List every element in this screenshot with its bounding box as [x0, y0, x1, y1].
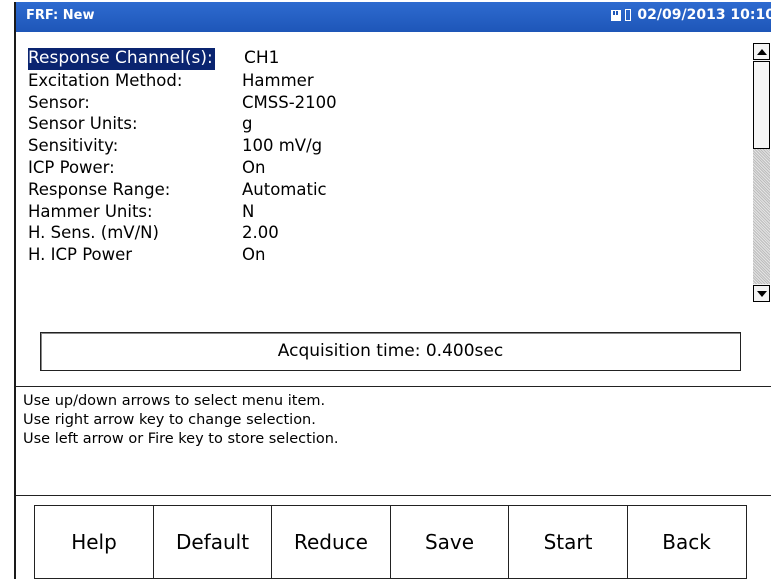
- window-title: FRF: New: [26, 8, 95, 23]
- setting-label: H. ICP Power: [28, 245, 133, 265]
- status-area: 02/09/2013 10:10: [611, 7, 771, 23]
- setting-label: ICP Power:: [28, 157, 115, 177]
- setting-row-response-range[interactable]: Response Range: Automatic: [28, 179, 748, 201]
- setting-row-sensor-units[interactable]: Sensor Units: g: [28, 113, 748, 135]
- setting-row-hammer-icp-power[interactable]: H. ICP Power On: [28, 244, 748, 266]
- acquisition-time-text: Acquisition time: 0.400sec: [277, 341, 504, 361]
- setting-row-hammer-sensitivity[interactable]: H. Sens. (mV/N) 2.00: [28, 222, 748, 244]
- scroll-thumb[interactable]: [753, 61, 770, 149]
- help-line: Use left arrow or Fire key to store sele…: [23, 431, 339, 447]
- setting-value[interactable]: N: [242, 201, 254, 223]
- sd-card-icon: [611, 9, 622, 21]
- frf-window: FRF: New 02/09/2013 10:10 Response Chann…: [14, 2, 771, 579]
- setting-label: Sensitivity:: [28, 136, 119, 156]
- start-button[interactable]: Start: [508, 505, 628, 579]
- setting-value[interactable]: 2.00: [242, 222, 279, 244]
- help-button[interactable]: Help: [34, 505, 154, 579]
- setting-label: Response Channel(s):: [28, 48, 215, 70]
- setting-value[interactable]: 100 mV/g: [242, 135, 322, 157]
- softkey-bar: Help Default Reduce Save Start Back: [34, 505, 747, 579]
- setting-value[interactable]: Automatic: [242, 179, 327, 201]
- datetime: 02/09/2013 10:10: [637, 7, 771, 23]
- setting-label: Hammer Units:: [28, 201, 153, 221]
- scroll-track[interactable]: [753, 149, 770, 284]
- settings-scrollbar[interactable]: [753, 43, 770, 302]
- setting-value[interactable]: On: [242, 157, 265, 179]
- setting-value[interactable]: On: [242, 244, 265, 266]
- setting-row-hammer-units[interactable]: Hammer Units: N: [28, 201, 748, 223]
- reduce-button[interactable]: Reduce: [271, 505, 391, 579]
- setting-value[interactable]: CH1: [244, 48, 279, 70]
- setting-label: Excitation Method:: [28, 70, 183, 90]
- setting-value[interactable]: CMSS-2100: [242, 92, 337, 114]
- settings-list: Response Channel(s): CH1 Excitation Meth…: [28, 48, 748, 266]
- help-text-box: Use up/down arrows to select menu item. …: [16, 386, 771, 496]
- setting-row-sensor[interactable]: Sensor: CMSS-2100: [28, 92, 748, 114]
- scroll-down-arrow-icon[interactable]: [753, 285, 770, 302]
- battery-icon: [625, 9, 632, 21]
- default-button[interactable]: Default: [152, 505, 273, 579]
- acquisition-time-box: Acquisition time: 0.400sec: [40, 332, 741, 371]
- help-line: Use up/down arrows to select menu item.: [23, 393, 326, 409]
- setting-label: Sensor:: [28, 92, 90, 112]
- setting-value[interactable]: g: [242, 113, 252, 135]
- title-bar: FRF: New 02/09/2013 10:10: [16, 2, 771, 32]
- setting-row-response-channel[interactable]: Response Channel(s): CH1: [28, 48, 748, 70]
- setting-row-sensitivity[interactable]: Sensitivity: 100 mV/g: [28, 135, 748, 157]
- setting-row-icp-power[interactable]: ICP Power: On: [28, 157, 748, 179]
- setting-value[interactable]: Hammer: [242, 70, 314, 92]
- help-line: Use right arrow key to change selection.: [23, 412, 316, 428]
- setting-label: Response Range:: [28, 179, 171, 199]
- setting-label: Sensor Units:: [28, 114, 138, 134]
- save-button[interactable]: Save: [389, 505, 510, 579]
- scroll-up-arrow-icon[interactable]: [753, 43, 770, 60]
- back-button[interactable]: Back: [626, 505, 747, 579]
- setting-label: H. Sens. (mV/N): [28, 223, 159, 243]
- setting-row-excitation-method[interactable]: Excitation Method: Hammer: [28, 70, 748, 92]
